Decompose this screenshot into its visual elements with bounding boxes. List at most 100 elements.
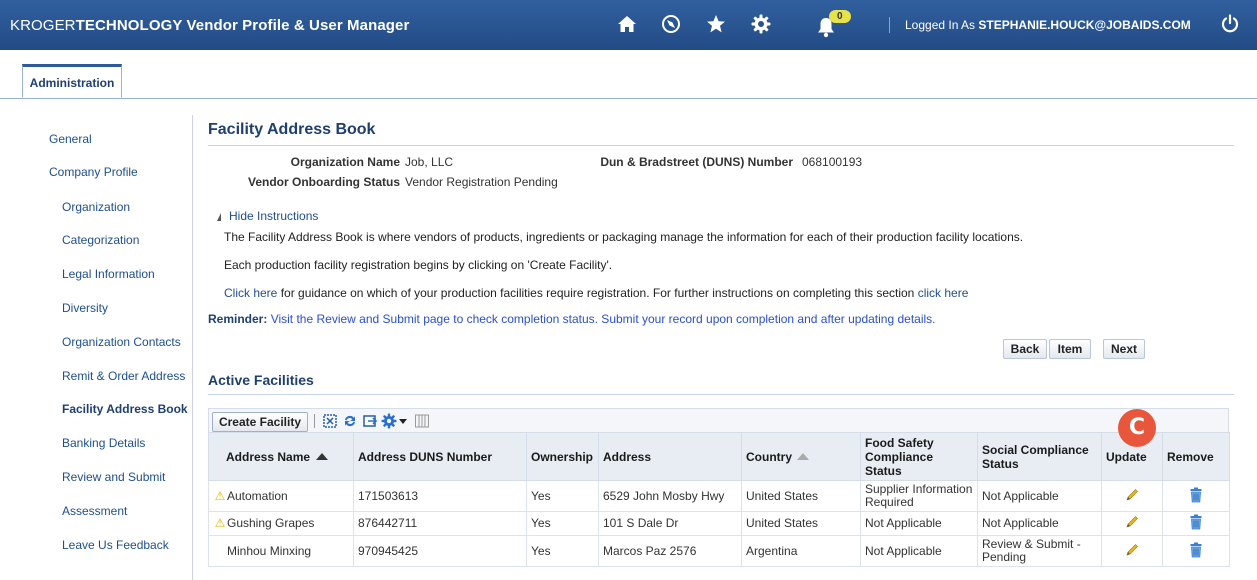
power-icon[interactable] <box>1217 11 1243 37</box>
col-remove: Remove <box>1162 432 1230 481</box>
onboarding-status-value: Vendor Registration Pending <box>405 175 558 189</box>
instructions-line-3: Click here for guidance on which of your… <box>224 286 968 300</box>
ownership-cell: Yes <box>526 480 599 512</box>
duns-value: 068100193 <box>802 155 863 169</box>
org-name-label: Organization Name <box>290 155 400 169</box>
pencil-icon[interactable] <box>1124 487 1140 503</box>
address-cell: 101 S Dale Dr <box>598 511 742 536</box>
reminder: Reminder: Visit the Review and Submit pa… <box>208 312 936 326</box>
org-name-value: Job, LLC <box>405 155 454 169</box>
col-social-compliance[interactable]: Social Compliance Status <box>977 432 1102 481</box>
social-compliance-cell: Review & Submit - Pending <box>977 535 1102 567</box>
sidebar-item-legal-information[interactable]: Legal Information <box>62 267 155 281</box>
address-cell: 6529 John Mosby Hwy <box>598 480 742 512</box>
sidebar-item-banking-details[interactable]: Banking Details <box>62 436 145 450</box>
sidebar-divider <box>192 115 193 580</box>
sidebar-item-assessment[interactable]: Assessment <box>62 504 127 518</box>
food-safety-cell: Not Applicable <box>860 535 978 567</box>
trash-icon[interactable] <box>1189 542 1203 558</box>
duns-cell: 171503613 <box>353 480 527 512</box>
col-address[interactable]: Address <box>598 432 742 481</box>
sidebar-item-leave-us-feedback[interactable]: Leave Us Feedback <box>62 538 169 552</box>
sidebar-item-review-and-submit[interactable]: Review and Submit <box>62 470 165 484</box>
collapse-triangle-icon <box>213 213 221 221</box>
sidebar-item-diversity[interactable]: Diversity <box>62 301 108 315</box>
social-compliance-cell: Not Applicable <box>977 480 1102 512</box>
sidebar-item-facility-address-book[interactable]: Facility Address Book <box>62 402 188 416</box>
callout-marker: C <box>1118 409 1156 447</box>
next-button[interactable]: Next <box>1103 339 1145 359</box>
sort-ascending-icon[interactable] <box>316 452 329 460</box>
detach-table-icon[interactable] <box>322 413 338 429</box>
logged-in-user: STEPHANIE.HOUCK@JOBAIDS.COM <box>978 18 1191 32</box>
gear-icon[interactable] <box>748 11 774 37</box>
col-ownership[interactable]: Ownership <box>526 432 599 481</box>
sidebar-item-categorization[interactable]: Categorization <box>62 233 139 247</box>
address-name-cell: ⚠ Automation <box>208 480 354 512</box>
back-button[interactable]: Back <box>1003 339 1047 359</box>
address-cell: Marcos Paz 2576 <box>598 535 742 567</box>
pencil-icon[interactable] <box>1124 542 1140 558</box>
sidebar-item-remit-order-address[interactable]: Remit & Order Address <box>62 369 185 383</box>
guidance-click-here-link[interactable]: Click here <box>224 286 277 300</box>
view-settings-gear-icon[interactable] <box>381 413 397 429</box>
pencil-icon[interactable] <box>1124 514 1140 530</box>
item-button[interactable]: Item <box>1049 339 1091 359</box>
remove-cell <box>1162 511 1230 536</box>
col-address-name[interactable]: Address Name <box>208 432 354 481</box>
further-instructions-click-here-link[interactable]: click here <box>918 286 969 300</box>
ownership-cell: Yes <box>526 535 599 567</box>
onboarding-status-label: Vendor Onboarding Status <box>247 175 400 189</box>
instructions-line-1: The Facility Address Book is where vendo… <box>224 230 1024 244</box>
home-icon[interactable] <box>614 11 640 37</box>
title-divider <box>208 145 1234 146</box>
food-safety-cell: Supplier Information Required <box>860 480 978 512</box>
top-bar: KROGERTECHNOLOGY Vendor Profile & User Ma… <box>0 0 1257 50</box>
sort-inactive-icon[interactable] <box>797 452 809 460</box>
warning-icon: ⚠ <box>214 488 226 503</box>
instructions-line-3-text: for guidance on which of your production… <box>280 286 915 300</box>
social-compliance-cell: Not Applicable <box>977 511 1102 536</box>
star-icon[interactable] <box>703 11 729 37</box>
tab-administration[interactable]: Administration <box>22 64 122 98</box>
country-cell: United States <box>741 480 861 512</box>
notification-badge: 0 <box>829 10 851 23</box>
hide-instructions-toggle[interactable]: Hide Instructions <box>213 209 318 223</box>
table-row: Minhou Minxing 970945425 Yes Marcos Paz … <box>208 535 1230 567</box>
col-country[interactable]: Country <box>741 432 861 481</box>
address-name-cell: ⚠ Gushing Grapes <box>208 511 354 536</box>
brand-kroger: KROGER <box>10 17 76 34</box>
table-toolbar: Create Facility <box>208 408 1229 433</box>
create-facility-button[interactable]: Create Facility <box>212 412 308 432</box>
update-cell <box>1101 535 1163 567</box>
chevron-down-icon[interactable] <box>398 413 408 429</box>
sidebar-item-organization[interactable]: Organization <box>62 200 130 214</box>
export-icon[interactable] <box>362 413 378 429</box>
col-food-safety[interactable]: Food Safety Compliance Status <box>860 432 978 481</box>
trash-icon[interactable] <box>1189 487 1203 503</box>
update-cell <box>1101 511 1163 536</box>
sidebar-item-organization-contacts[interactable]: Organization Contacts <box>62 335 181 349</box>
table-row: ⚠ Automation 171503613 Yes 6529 John Mosb… <box>208 480 1230 512</box>
duns-cell: 876442711 <box>353 511 527 536</box>
remove-cell <box>1162 535 1230 567</box>
header-divider <box>889 17 890 33</box>
update-cell <box>1101 480 1163 512</box>
compass-icon[interactable] <box>658 11 684 37</box>
col-address-duns[interactable]: Address DUNS Number <box>353 432 527 481</box>
country-cell: Argentina <box>741 535 861 567</box>
sidebar-item-company-profile[interactable]: Company Profile <box>49 165 138 179</box>
freeze-columns-icon[interactable] <box>414 413 430 429</box>
logged-in-info: Logged In As STEPHANIE.HOUCK@JOBAIDS.COM <box>905 18 1191 32</box>
logged-in-prefix: Logged In As <box>905 18 976 32</box>
reminder-label: Reminder: <box>208 312 268 326</box>
app-brand[interactable]: KROGERTECHNOLOGY Vendor Profile & User Ma… <box>10 17 409 34</box>
brand-technology: TECHNOLOGY <box>75 17 183 34</box>
trash-icon[interactable] <box>1189 514 1203 530</box>
country-cell: United States <box>741 511 861 536</box>
refresh-icon[interactable] <box>342 413 358 429</box>
sidebar-item-general[interactable]: General <box>49 132 92 146</box>
duns-label: Dun & Bradstreet (DUNS) Number <box>600 155 793 169</box>
tab-strip <box>0 50 1257 99</box>
toolbar-separator <box>314 414 315 428</box>
